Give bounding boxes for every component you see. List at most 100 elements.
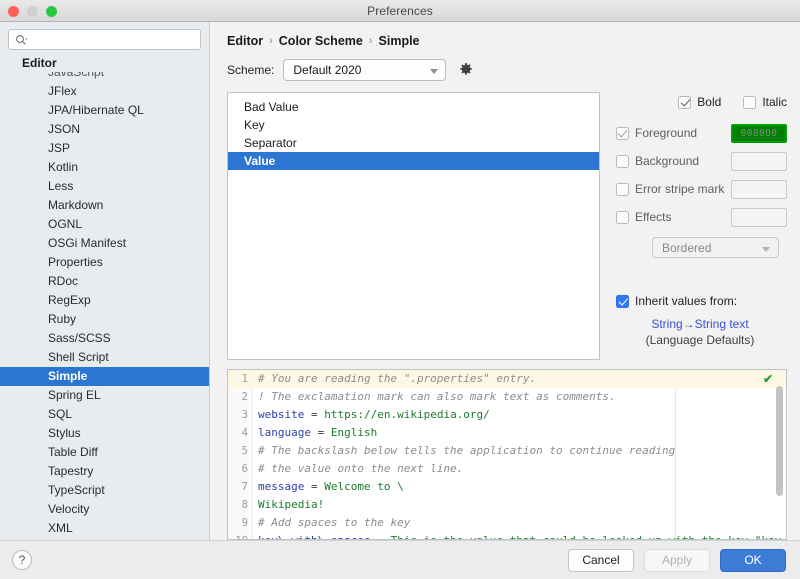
sidebar-item-stylus[interactable]: Stylus	[0, 424, 209, 443]
line-number: 5	[228, 442, 253, 460]
color-attribute-list[interactable]: Bad ValueKeySeparatorValue	[227, 92, 600, 360]
inherit-row[interactable]: Inherit values from:	[616, 294, 800, 308]
sidebar-item-osgi-manifest[interactable]: OSGi Manifest	[0, 234, 209, 253]
effect-type-select[interactable]: Bordered	[652, 237, 779, 258]
code-line: 9# Add spaces to the key	[228, 514, 786, 532]
code-token: =	[311, 426, 331, 439]
close-window-button[interactable]	[8, 6, 19, 17]
code-token: English	[331, 426, 377, 439]
scheme-select-value: Default 2020	[293, 63, 361, 77]
sidebar-item-table-diff[interactable]: Table Diff	[0, 443, 209, 462]
background-checkbox[interactable]	[616, 155, 629, 168]
sidebar-item-sass-scss[interactable]: Sass/SCSS	[0, 329, 209, 348]
sidebar-item-ruby[interactable]: Ruby	[0, 310, 209, 329]
cancel-button[interactable]: Cancel	[568, 549, 634, 572]
tree-group-editor[interactable]: Editor	[0, 55, 209, 72]
code-line: 2! The exclamation mark can also mark te…	[228, 388, 786, 406]
attribute-item-key[interactable]: Key	[228, 116, 599, 134]
sidebar-item-regexp[interactable]: RegExp	[0, 291, 209, 310]
italic-checkbox-box[interactable]	[743, 96, 756, 109]
code-line: 1# You are reading the ".properties" ent…	[228, 370, 786, 388]
search-container	[0, 22, 209, 55]
error-stripe-color-swatch[interactable]	[731, 180, 787, 199]
sidebar-item-jflex[interactable]: JFlex	[0, 82, 209, 101]
gear-icon[interactable]	[458, 62, 474, 78]
bold-checkbox-box[interactable]	[678, 96, 691, 109]
effects-checkbox[interactable]	[616, 211, 629, 224]
sidebar-item-typescript[interactable]: TypeScript	[0, 481, 209, 500]
effect-type-value: Bordered	[662, 241, 711, 255]
attribute-item-value[interactable]: Value	[228, 152, 599, 170]
inherit-source-link[interactable]: String→String text	[616, 317, 784, 331]
settings-tree[interactable]: Editor JavaScriptJFlexJPA/Hibernate QLJS…	[0, 55, 209, 540]
code-preview[interactable]: 1# You are reading the ".properties" ent…	[227, 369, 787, 540]
apply-button[interactable]: Apply	[644, 549, 710, 572]
sidebar-item-jsp[interactable]: JSP	[0, 139, 209, 158]
sidebar-item-simple[interactable]: Simple	[0, 367, 209, 386]
code-token: =	[371, 534, 391, 540]
window-controls	[8, 6, 57, 17]
line-number: 4	[228, 424, 253, 442]
bold-checkbox[interactable]: Bold	[678, 95, 721, 109]
code-token: # You are reading the ".properties" entr…	[258, 372, 536, 385]
code-line-text: ! The exclamation mark can also mark tex…	[253, 388, 616, 406]
search-box[interactable]	[8, 29, 201, 50]
sidebar-item-jpa-hibernate-ql[interactable]: JPA/Hibernate QL	[0, 101, 209, 120]
inherit-checkbox[interactable]	[616, 295, 629, 308]
scheme-row: Scheme: Default 2020	[210, 48, 800, 81]
breadcrumb-color-scheme[interactable]: Color Scheme	[279, 34, 363, 48]
window-title: Preferences	[0, 4, 800, 18]
minimize-window-button[interactable]	[27, 6, 38, 17]
sidebar-item-markdown[interactable]: Markdown	[0, 196, 209, 215]
background-label: Background	[635, 154, 731, 168]
foreground-color-swatch[interactable]: 008000	[731, 124, 787, 143]
sidebar-item-ognl[interactable]: OGNL	[0, 215, 209, 234]
sidebar-item-spring-el[interactable]: Spring EL	[0, 386, 209, 405]
line-number: 8	[228, 496, 253, 514]
search-input[interactable]	[9, 30, 200, 49]
sidebar-item-json[interactable]: JSON	[0, 120, 209, 139]
italic-checkbox[interactable]: Italic	[743, 95, 787, 109]
breadcrumb: Editor › Color Scheme › Simple	[210, 22, 800, 48]
code-token: key\ with\ spaces	[258, 534, 371, 540]
sidebar-item-shell-script[interactable]: Shell Script	[0, 348, 209, 367]
background-row: Background	[616, 147, 800, 175]
effects-row: Effects	[616, 203, 800, 231]
preview-container: 1# You are reading the ".properties" ent…	[210, 360, 800, 540]
background-color-swatch[interactable]	[731, 152, 787, 171]
help-button[interactable]: ?	[12, 550, 32, 570]
code-line: 7message = Welcome to \	[228, 478, 786, 496]
code-lines[interactable]: 1# You are reading the ".properties" ent…	[228, 370, 786, 540]
preview-scrollbar-thumb[interactable]	[776, 386, 783, 496]
sidebar-item-less[interactable]: Less	[0, 177, 209, 196]
code-token: # Add spaces to the key	[258, 516, 410, 529]
maximize-window-button[interactable]	[46, 6, 57, 17]
code-token: https://en.wikipedia.org/	[324, 408, 490, 421]
sidebar-item-tapestry[interactable]: Tapestry	[0, 462, 209, 481]
sidebar-item-velocity[interactable]: Velocity	[0, 500, 209, 519]
code-token: =	[304, 480, 324, 493]
attributes-and-options: Bad ValueKeySeparatorValue Bold Italic	[210, 81, 800, 360]
foreground-checkbox[interactable]	[616, 127, 629, 140]
breadcrumb-editor[interactable]: Editor	[227, 34, 263, 48]
bold-label: Bold	[697, 95, 721, 109]
error-stripe-checkbox[interactable]	[616, 183, 629, 196]
sidebar-item-xml[interactable]: XML	[0, 519, 209, 538]
effects-color-swatch[interactable]	[731, 208, 787, 227]
title-bar: Preferences	[0, 0, 800, 22]
window-body: Editor JavaScriptJFlexJPA/Hibernate QLJS…	[0, 22, 800, 540]
sidebar-item-kotlin[interactable]: Kotlin	[0, 158, 209, 177]
sidebar-item-sql[interactable]: SQL	[0, 405, 209, 424]
dialog-footer: ? Cancel Apply OK	[0, 540, 800, 579]
sidebar-item-properties[interactable]: Properties	[0, 253, 209, 272]
scheme-select[interactable]: Default 2020	[283, 59, 446, 81]
sidebar-item-rdoc[interactable]: RDoc	[0, 272, 209, 291]
code-line-text: Wikipedia!	[253, 496, 324, 514]
line-number: 7	[228, 478, 253, 496]
ok-button[interactable]: OK	[720, 549, 786, 572]
settings-detail-pane: Editor › Color Scheme › Simple Scheme: D…	[210, 22, 800, 540]
code-token: =	[304, 408, 324, 421]
attribute-item-separator[interactable]: Separator	[228, 134, 599, 152]
attribute-item-bad-value[interactable]: Bad Value	[228, 98, 599, 116]
chevron-down-icon	[762, 247, 770, 252]
